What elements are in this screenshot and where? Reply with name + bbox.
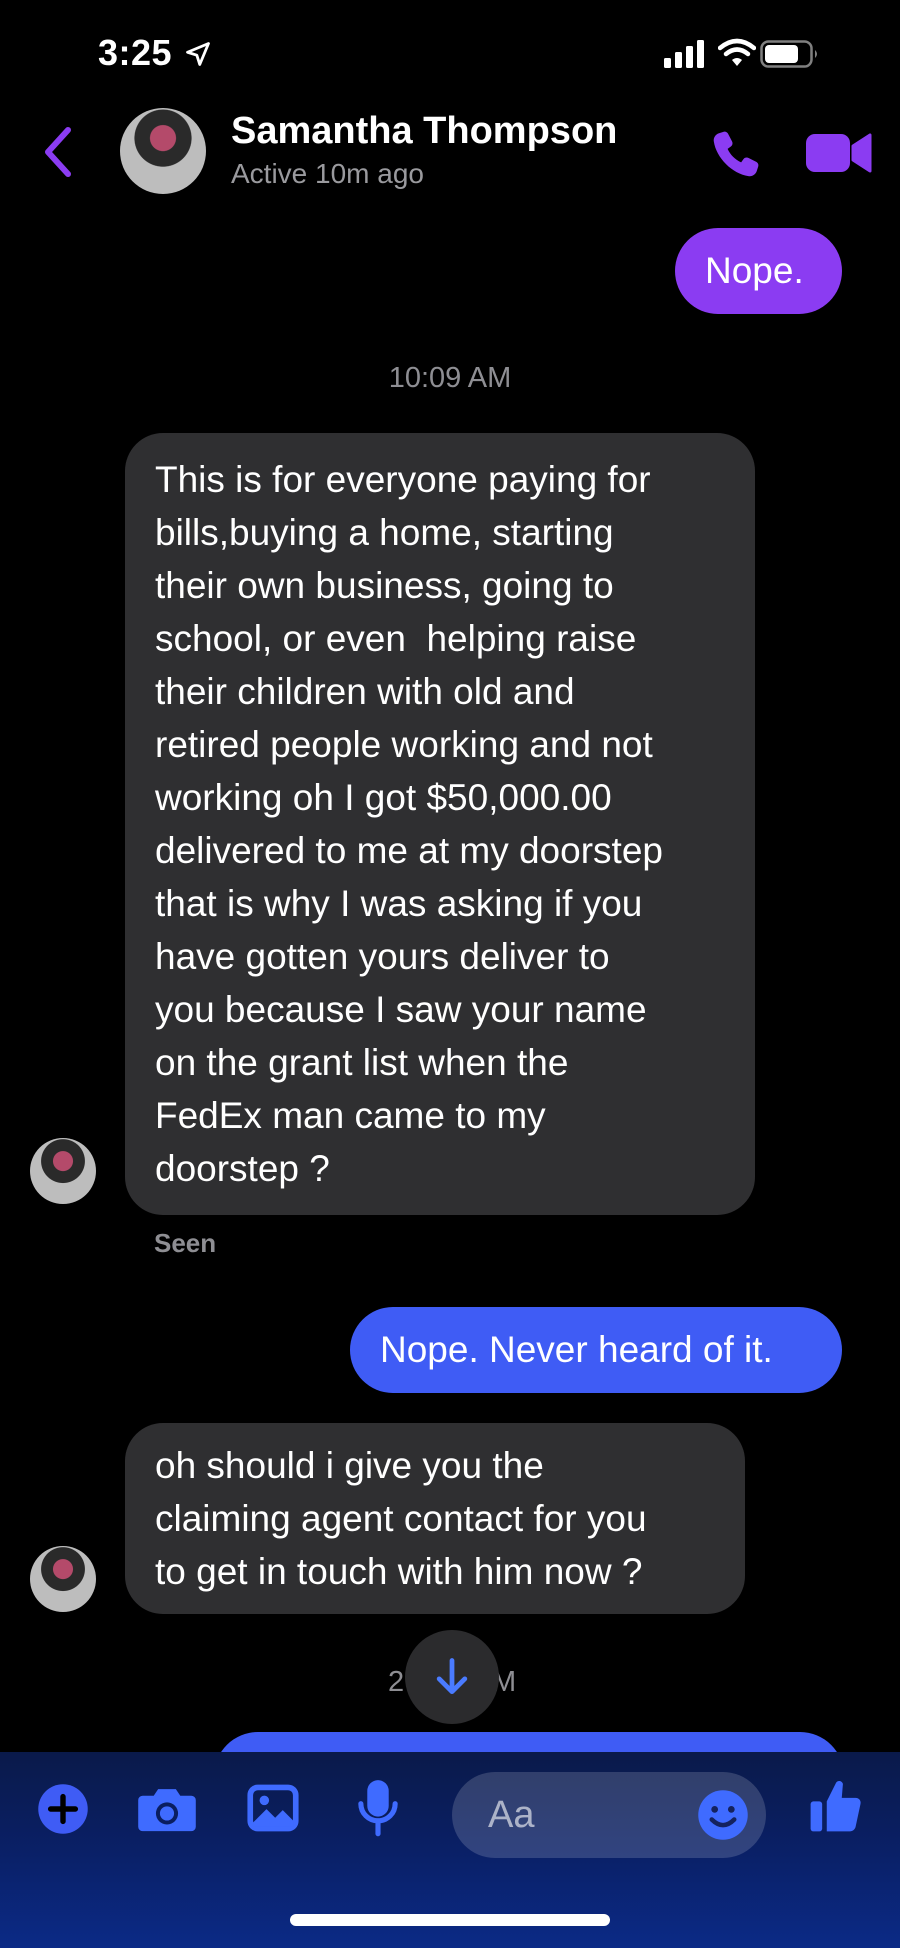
incoming-message-bubble[interactable]: oh should i give you the claiming agent c… (125, 1423, 745, 1614)
message-line: working oh I got $50,000.00 (155, 777, 612, 818)
message-line: to get in touch with him now ? (155, 1551, 643, 1592)
camera-icon[interactable] (136, 1782, 198, 1836)
cellular-signal-icon (664, 40, 704, 68)
message-line: doorstep ? (155, 1148, 330, 1189)
message-line: have gotten yours deliver to (155, 936, 610, 977)
message-line: claiming agent contact for you (155, 1498, 647, 1539)
message-text: oh should i give you the claiming agent c… (155, 1439, 715, 1598)
timestamp-fragment-left: 2 (388, 1666, 405, 1698)
microphone-icon[interactable] (356, 1778, 400, 1838)
message-timestamp-partial: 2 (388, 1666, 404, 1699)
message-input-placeholder: Aa (488, 1794, 535, 1836)
photo-gallery-icon[interactable] (246, 1782, 300, 1834)
message-line: oh should i give you the (155, 1445, 544, 1486)
contact-name[interactable]: Samantha Thompson (231, 110, 617, 153)
message-line: bills,buying a home, starting (155, 512, 614, 553)
message-line: delivered to me at my doorstep (155, 830, 663, 871)
message-line: FedEx man came to my (155, 1095, 546, 1136)
emoji-smiley-icon[interactable] (696, 1788, 750, 1842)
message-line: you because I saw your name (155, 989, 647, 1030)
message-text: This is for everyone paying for bills,buy… (155, 453, 725, 1195)
outgoing-message-bubble[interactable]: Nope. (675, 228, 842, 314)
message-line: school, or even helping raise (155, 618, 637, 659)
home-indicator (290, 1914, 610, 1926)
location-arrow-icon (186, 42, 210, 66)
message-text: Nope. Never heard of it. (380, 1329, 773, 1370)
message-line: This is for everyone paying for (155, 459, 651, 500)
sender-avatar[interactable] (30, 1546, 96, 1612)
back-chevron-icon[interactable] (40, 126, 76, 178)
phone-call-icon[interactable] (708, 126, 764, 182)
battery-icon (760, 40, 817, 68)
sender-avatar[interactable] (30, 1138, 96, 1204)
message-line: retired people working and not (155, 724, 653, 765)
message-line: on the grant list when the (155, 1042, 569, 1083)
video-call-icon[interactable] (806, 130, 872, 176)
incoming-message-bubble[interactable]: This is for everyone paying for bills,buy… (125, 433, 755, 1215)
message-input[interactable]: Aa (452, 1772, 766, 1858)
outgoing-message-bubble[interactable]: Nope. Never heard of it. (350, 1307, 842, 1393)
status-bar: 3:25 (0, 0, 900, 110)
scroll-to-bottom-button[interactable] (405, 1630, 499, 1724)
message-line: their children with old and (155, 671, 575, 712)
wifi-icon (718, 38, 756, 66)
contact-active-status: Active 10m ago (231, 158, 424, 189)
status-time: 3:25 (98, 32, 173, 73)
conversation-header: Samantha Thompson Active 10m ago (0, 104, 900, 204)
seen-receipt: Seen (154, 1228, 217, 1258)
thumbs-up-icon[interactable] (808, 1776, 864, 1836)
contact-avatar[interactable] (120, 108, 206, 194)
add-plus-icon[interactable] (36, 1782, 90, 1836)
message-line: their own business, going to (155, 565, 614, 606)
message-timestamp: 10:09 AM (388, 362, 512, 394)
message-text: Nope. (705, 250, 804, 291)
message-line: that is why I was asking if you (155, 883, 643, 924)
arrow-down-icon (436, 1658, 468, 1695)
